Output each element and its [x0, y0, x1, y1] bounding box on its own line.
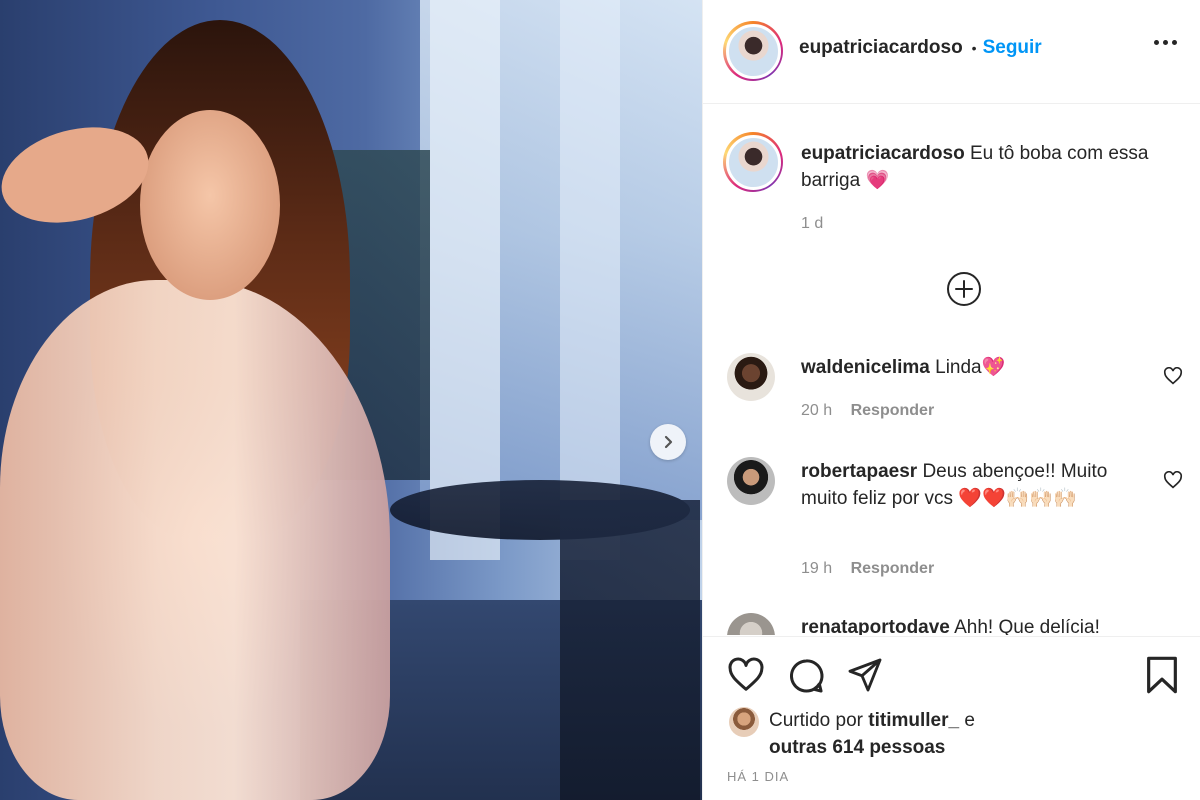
share-icon[interactable] — [847, 657, 883, 693]
header-separator: • — [971, 40, 977, 56]
liker-username[interactable]: titimuller_ — [868, 710, 959, 731]
bookmark-icon[interactable] — [1145, 655, 1179, 695]
comment-meta: 19 h Responder — [801, 560, 934, 578]
likes-prefix: Curtido por — [769, 710, 863, 731]
plus-circle-icon[interactable] — [946, 271, 982, 307]
comment-username[interactable]: waldenicelima — [801, 357, 930, 378]
author-avatar[interactable] — [723, 21, 783, 81]
caption: eupatriciacardoso Eu tô boba com essa ba… — [801, 140, 1161, 194]
comment: renataportodave Ahh! Que delícia! — [801, 614, 1161, 635]
comment-emoji: 💖 — [981, 356, 1006, 378]
heart-icon[interactable] — [727, 657, 765, 693]
comment-icon[interactable] — [787, 657, 825, 695]
comment-avatar[interactable] — [727, 353, 775, 401]
author-username[interactable]: eupatriciacardoso — [799, 37, 963, 59]
comment-text: Linda — [935, 357, 982, 378]
comment-username[interactable]: renataportodave — [801, 617, 950, 635]
follow-button[interactable]: Seguir — [983, 37, 1042, 59]
comment-like-icon[interactable] — [1163, 471, 1183, 489]
comment-avatar[interactable] — [727, 613, 775, 635]
likes-connector: e — [964, 710, 975, 731]
chevron-right-icon — [664, 435, 673, 449]
post-header: eupatriciacardoso • Seguir — [703, 0, 1200, 104]
caption-username[interactable]: eupatriciacardoso — [801, 143, 965, 164]
comment-meta: 20 h Responder — [801, 402, 934, 420]
reply-button[interactable]: Responder — [851, 402, 935, 419]
comment-age: 20 h — [801, 402, 833, 419]
next-photo-button[interactable] — [650, 424, 686, 460]
comment: waldenicelima Linda💖 — [801, 354, 1141, 381]
photo-person — [0, 280, 390, 800]
comment-age: 19 h — [801, 560, 833, 577]
comment-text: Ahh! Que delícia! — [954, 617, 1100, 635]
caption-emoji: 💗 — [865, 169, 890, 191]
comment-username[interactable]: robertapaesr — [801, 461, 917, 482]
post-timestamp[interactable]: HÁ 1 DIA — [727, 769, 789, 784]
comment-like-icon[interactable] — [1163, 367, 1183, 385]
post-sidebar: eupatriciacardoso • Seguir eupatriciacar… — [702, 0, 1200, 800]
comment-emoji: ❤️❤️🙌🏻🙌🏻🙌🏻 — [958, 487, 1077, 509]
caption-age: 1 d — [801, 215, 824, 232]
action-bar: Curtido por titimuller_ e outras 614 pes… — [703, 636, 1200, 800]
more-icon[interactable] — [1154, 40, 1177, 45]
likes-others[interactable]: outras 614 pessoas — [769, 737, 945, 758]
likes-summary: Curtido por titimuller_ e outras 614 pes… — [769, 707, 975, 761]
post-photo — [0, 0, 702, 800]
reply-button[interactable]: Responder — [851, 560, 935, 577]
caption-avatar[interactable] — [723, 132, 783, 192]
photo-curtain — [430, 0, 500, 560]
comments-list[interactable]: eupatriciacardoso Eu tô boba com essa ba… — [703, 105, 1200, 635]
photo-chair — [560, 500, 700, 800]
photo-face — [140, 110, 280, 300]
comment: robertapaesr Deus abençoe!! Muito muito … — [801, 458, 1141, 512]
comment-avatar[interactable] — [727, 457, 775, 505]
photo-curtain — [560, 0, 620, 560]
liker-avatar[interactable] — [729, 707, 759, 737]
